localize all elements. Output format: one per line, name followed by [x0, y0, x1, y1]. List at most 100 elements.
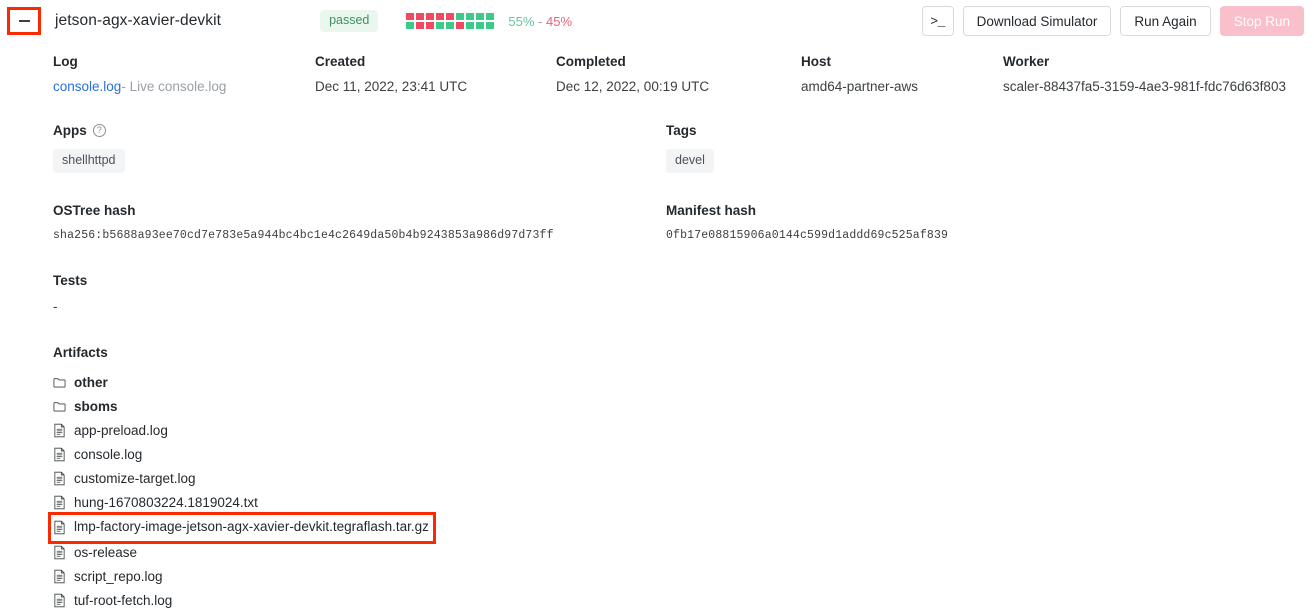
- run-status-cell-red: [436, 13, 445, 20]
- run-status-cell-green: [446, 22, 455, 29]
- run-status-cell-green: [486, 22, 495, 29]
- collapse-run-button[interactable]: [7, 7, 41, 35]
- ostree-hash-value: sha256:b5688a93ee70cd7e783e5a944bc4bc1e4…: [53, 228, 554, 242]
- artifact-file-item[interactable]: script_repo.log: [53, 565, 163, 589]
- host-label: Host: [801, 54, 831, 69]
- artifact-file-item[interactable]: lmp-factory-image-jetson-agx-xavier-devk…: [48, 511, 436, 544]
- meta-completed: Completed Dec 12, 2022, 00:19 UTC: [556, 54, 801, 94]
- hash-row: OSTree hash sha256:b5688a93ee70cd7e783e5…: [53, 203, 1314, 242]
- artifact-name: console.log: [74, 446, 143, 462]
- log-label: Log: [53, 54, 78, 69]
- run-status-cell-red: [426, 13, 435, 20]
- meta-created: Created Dec 11, 2022, 23:41 UTC: [315, 54, 556, 94]
- file-icon: [54, 495, 65, 510]
- meta-row: Log console.log- Live console.log Create…: [53, 54, 1314, 94]
- artifact-file-item[interactable]: tuf-root-fetch.log: [53, 589, 172, 613]
- apps-tags-row: Apps ? shellhttpd Tags devel: [53, 123, 1314, 173]
- log-value: console.log- Live console.log: [53, 79, 315, 94]
- tag-chip[interactable]: devel: [666, 149, 714, 173]
- live-console-log-text: Live console.log: [129, 79, 227, 94]
- tags-label: Tags: [666, 123, 1279, 138]
- file-icon: [54, 423, 65, 438]
- stop-run-button[interactable]: Stop Run: [1219, 6, 1304, 36]
- host-value: amd64-partner-aws: [801, 79, 919, 94]
- run-status-cell-green: [466, 22, 475, 29]
- download-simulator-button[interactable]: Download Simulator: [962, 6, 1112, 36]
- run-status-cell-red: [446, 13, 455, 20]
- artifact-folder-item[interactable]: sboms: [53, 395, 118, 419]
- run-status-cell-green: [456, 13, 465, 20]
- run-status-cell-green: [476, 13, 485, 20]
- worker-value: scaler-88437fa5-3159-4ae3-981f-fdc76d63f…: [1003, 79, 1286, 94]
- tags-section: Tags devel: [666, 123, 1279, 173]
- artifact-name: hung-1670803224.1819024.txt: [74, 494, 258, 510]
- artifact-folder-item[interactable]: other: [53, 371, 108, 395]
- run-details: Log console.log- Live console.log Create…: [0, 54, 1314, 613]
- manifest-hash-value: 0fb17e08815906a0144c599d1addd69c525af839: [666, 228, 949, 242]
- worker-label: Worker: [1003, 54, 1050, 69]
- run-status-grid: [406, 13, 495, 29]
- app-chip[interactable]: shellhttpd: [53, 149, 125, 173]
- artifact-name: customize-target.log: [74, 470, 196, 486]
- artifact-list: other sboms app-preload.log console.log cust…: [48, 371, 1314, 613]
- run-status-cell-green: [406, 22, 415, 29]
- run-status-cell-red: [406, 13, 415, 20]
- run-status-cell-red: [416, 22, 425, 29]
- artifact-file-item[interactable]: customize-target.log: [53, 467, 196, 491]
- file-icon: [54, 471, 65, 486]
- run-status-cell-green: [486, 13, 495, 20]
- run-status-grid-row: [406, 22, 495, 29]
- apps-label-text: Apps: [53, 123, 87, 138]
- artifact-file-item[interactable]: console.log: [53, 443, 142, 467]
- pass-percentage: 55%: [508, 13, 535, 29]
- apps-section: Apps ? shellhttpd: [53, 123, 666, 173]
- ostree-hash-label: OSTree hash: [53, 202, 136, 218]
- apps-label: Apps ?: [53, 123, 666, 138]
- manifest-hash-label: Manifest hash: [666, 202, 757, 218]
- header-actions: >_ Download Simulator Run Again Stop Run: [921, 6, 1304, 36]
- run-status-cell-red: [426, 22, 435, 29]
- artifact-name: sboms: [74, 398, 118, 414]
- file-icon: [54, 520, 65, 534]
- artifact-file-item[interactable]: os-release: [53, 541, 137, 565]
- artifact-name: lmp-factory-image-jetson-agx-xavier-devk…: [74, 519, 429, 535]
- created-label: Created: [315, 54, 366, 69]
- artifact-file-item[interactable]: hung-1670803224.1819024.txt: [53, 491, 258, 515]
- run-status-cell-green: [466, 13, 475, 20]
- pass-fail-percentages: 55% - 45%: [508, 14, 572, 29]
- ostree-hash-section: OSTree hash sha256:b5688a93ee70cd7e783e5…: [53, 203, 666, 242]
- tests-value: -: [53, 298, 58, 314]
- question-mark-icon[interactable]: ?: [92, 124, 106, 137]
- artifact-file-item[interactable]: app-preload.log: [53, 419, 168, 443]
- apps-chip-list: shellhttpd: [53, 149, 666, 173]
- tests-label: Tests: [53, 272, 88, 288]
- folder-icon: [53, 402, 66, 412]
- file-icon: [54, 569, 65, 584]
- status-badge: passed: [320, 10, 379, 32]
- artifacts-label: Artifacts: [53, 344, 108, 360]
- meta-log: Log console.log- Live console.log: [53, 54, 315, 94]
- artifact-name: app-preload.log: [74, 422, 168, 438]
- minus-icon: [18, 20, 30, 22]
- run-status-cell-red: [416, 13, 425, 20]
- run-status-cell-red: [456, 22, 465, 29]
- run-again-button[interactable]: Run Again: [1120, 6, 1211, 36]
- artifact-name: os-release: [74, 544, 138, 560]
- file-icon: [54, 593, 65, 608]
- tests-section: Tests -: [53, 273, 1314, 314]
- meta-host: Host amd64-partner-aws: [801, 54, 1003, 94]
- terminal-icon-button[interactable]: >_: [921, 6, 954, 36]
- folder-icon: [53, 378, 66, 388]
- fail-percentage: 45%: [546, 13, 573, 29]
- artifacts-section: Artifacts other sboms app-preload.log conso…: [48, 344, 1314, 613]
- tags-chip-list: devel: [666, 149, 1279, 173]
- console-log-link[interactable]: console.log: [53, 79, 121, 94]
- file-icon: [54, 447, 65, 462]
- completed-label: Completed: [556, 54, 626, 69]
- log-dash: -: [121, 79, 126, 94]
- percentage-separator: -: [538, 13, 543, 29]
- manifest-hash-section: Manifest hash 0fb17e08815906a0144c599d1a…: [666, 203, 1279, 242]
- file-icon: [54, 545, 65, 560]
- page-title: jetson-agx-xavier-devkit: [55, 12, 222, 29]
- artifact-name: tuf-root-fetch.log: [74, 592, 173, 608]
